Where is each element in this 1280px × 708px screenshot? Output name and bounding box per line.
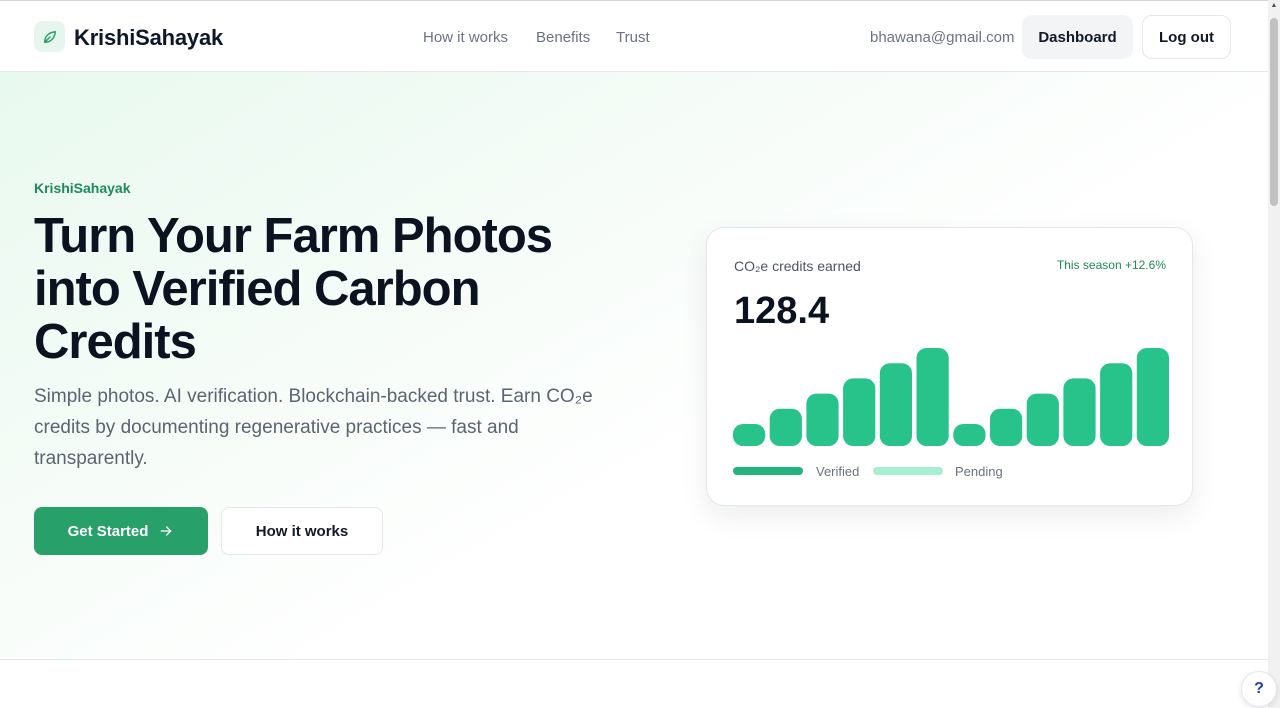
credits-value: 128.4 (734, 290, 830, 332)
nav-how-it-works[interactable]: How it works (423, 29, 508, 46)
get-started-label: Get Started (67, 522, 149, 540)
card-title: CO₂e credits earned (734, 258, 861, 274)
chart-bar (990, 408, 1023, 446)
legend-pending-swatch (873, 467, 943, 475)
leaf-icon[interactable] (34, 21, 65, 52)
help-button[interactable]: ? (1241, 671, 1277, 707)
chart-bar (1136, 348, 1169, 446)
chart-bar (1026, 393, 1059, 446)
chart-bar (1100, 363, 1133, 446)
scroll-up-arrow[interactable]: ▲ (1270, 2, 1278, 9)
brand-name[interactable]: KrishiSahayak (74, 25, 223, 51)
logout-button[interactable]: Log out (1142, 15, 1231, 59)
chart-bar (879, 363, 912, 446)
section-divider (0, 659, 1268, 660)
chart-bar (916, 348, 949, 446)
user-email: bhawana@gmail.com (870, 29, 1015, 46)
legend-verified-swatch (733, 467, 803, 475)
hero-subtitle: Simple photos. AI verification. Blockcha… (34, 386, 593, 469)
chart-bar (733, 424, 766, 446)
season-badge: This season +12.6% (1056, 258, 1166, 272)
top-nav: KrishiSahayak How it works Benefits Trus… (0, 1, 1268, 72)
arrow-right-icon (161, 526, 172, 536)
legend-pending-label: Pending (955, 464, 1003, 479)
chart-bar (806, 393, 839, 446)
scrollbar-thumb[interactable] (1270, 18, 1278, 206)
hero-eyebrow: KrishiSahayak (34, 180, 131, 196)
credits-bar-chart (733, 348, 1169, 446)
hero-title: Turn Your Farm Photos into Verified Carb… (34, 209, 553, 369)
chart-bar (953, 424, 986, 446)
legend-verified-label: Verified (816, 464, 860, 479)
chart-bar (769, 408, 802, 446)
chart-bar (843, 378, 876, 446)
nav-benefits[interactable]: Benefits (536, 29, 590, 46)
credits-card: CO₂e credits earned This season +12.6% 1… (706, 227, 1193, 506)
dashboard-button[interactable]: Dashboard (1022, 15, 1133, 59)
how-it-works-button[interactable]: How it works (221, 507, 383, 555)
get-started-button[interactable]: Get Started (34, 507, 208, 555)
chart-bar (1063, 378, 1096, 446)
nav-trust[interactable]: Trust (616, 29, 650, 46)
